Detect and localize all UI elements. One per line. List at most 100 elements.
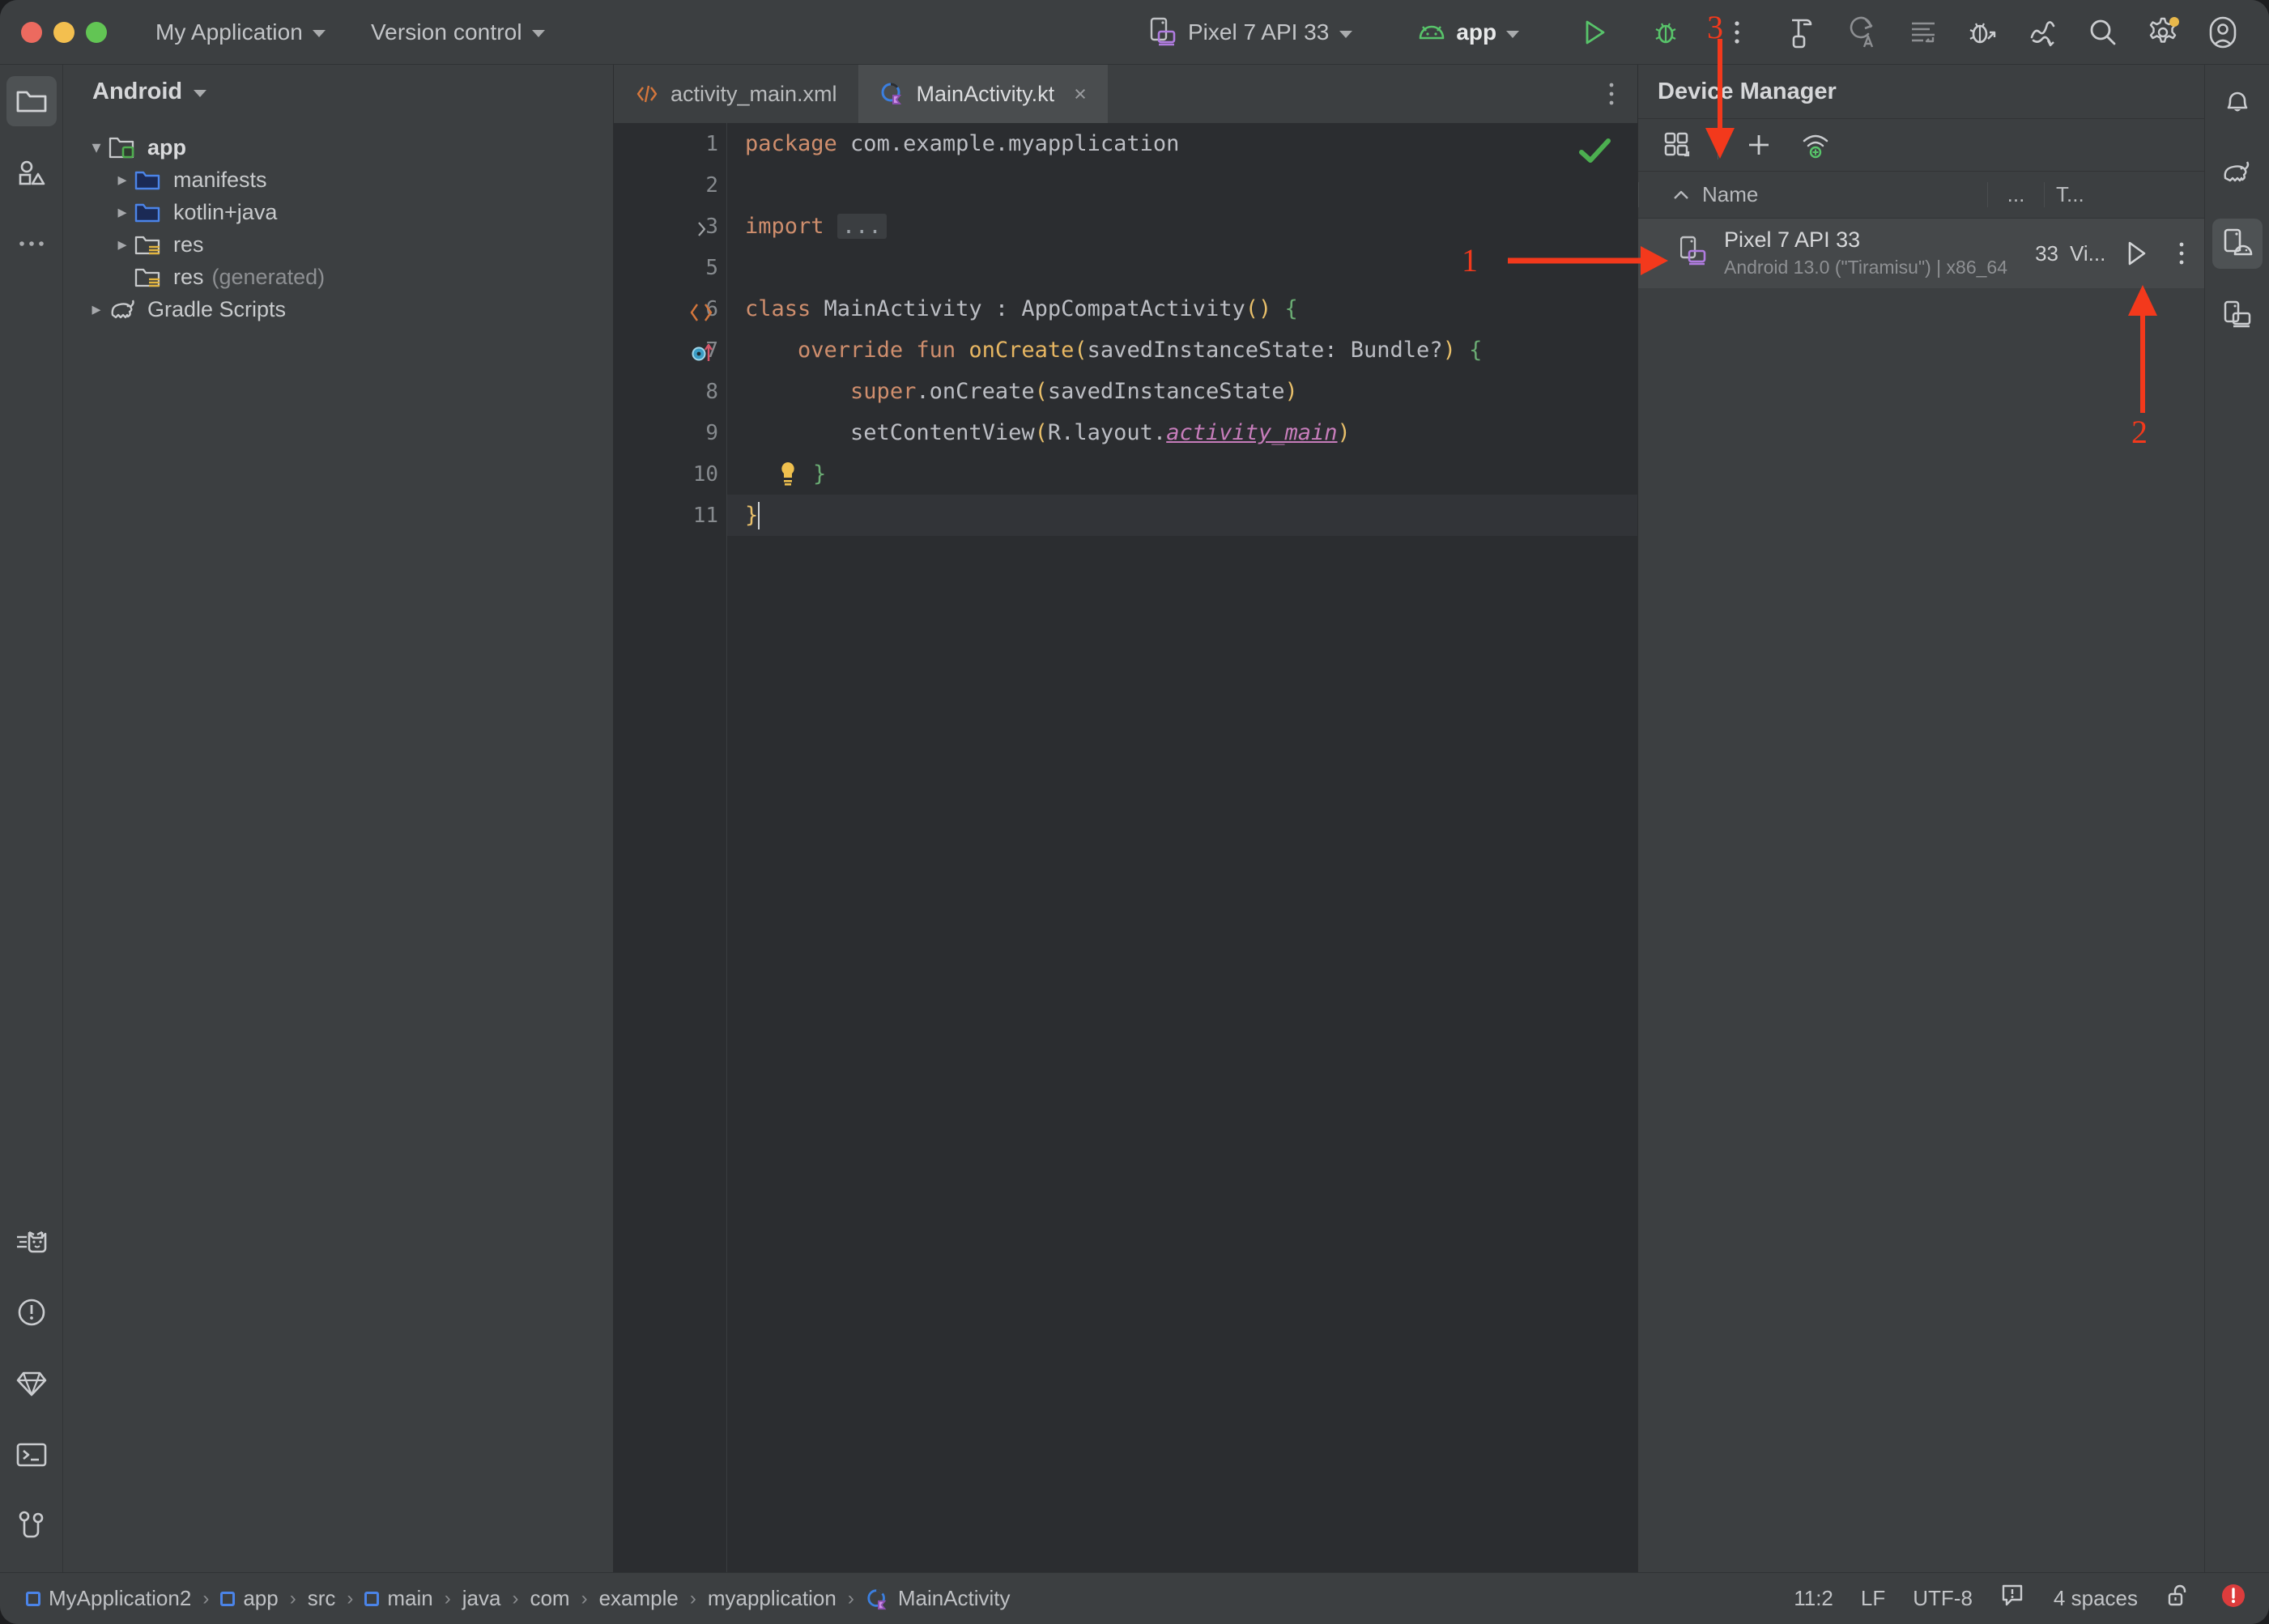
breadcrumb-item-app[interactable]: app (215, 1586, 283, 1611)
sidebar-item-version-control[interactable] (6, 1501, 57, 1551)
column-header-api[interactable]: ... (1987, 182, 2044, 207)
breadcrumb-item-myapplication[interactable]: myapplication (703, 1586, 841, 1611)
run-configuration-button[interactable]: app (1409, 15, 1527, 50)
code-line[interactable]: setContentView(R.layout. activity_main) (727, 412, 1637, 453)
tree-node-res-generated[interactable]: res (generated) (63, 261, 613, 293)
resource-link[interactable]: activity_main (1166, 420, 1337, 445)
build-button[interactable] (1777, 7, 1830, 57)
device-overflow-menu-button[interactable] (2159, 240, 2204, 267)
code-editor[interactable]: 1 2 3 5 6 7 8 9 10 11 package com.exampl… (614, 123, 1637, 1572)
search-everywhere-button[interactable] (2076, 7, 2130, 57)
sidebar-item-resource-manager[interactable] (6, 147, 57, 198)
code-content[interactable]: package com.example.myapplication import… (727, 123, 1637, 1572)
add-device-button[interactable] (1736, 131, 1782, 159)
sidebar-item-terminal[interactable] (6, 1430, 57, 1480)
folded-imports[interactable]: ... (837, 214, 887, 239)
device-table-header: Name ... T... (1638, 172, 2204, 219)
tab-activity-main-xml[interactable]: activity_main.xml (614, 65, 858, 123)
project-view-selector[interactable]: Android (63, 65, 613, 118)
tree-node-manifests[interactable]: ▸ manifests (63, 164, 613, 196)
more-run-options-button[interactable] (1710, 7, 1764, 57)
settings-button[interactable] (2136, 7, 2190, 57)
sidebar-item-gradle[interactable] (2212, 147, 2263, 198)
attach-debugger-button[interactable] (1956, 7, 2010, 57)
breadcrumb-label: com (530, 1586, 570, 1610)
chevron-right-icon[interactable]: ▸ (110, 234, 134, 255)
line-separator[interactable]: LF (1861, 1586, 1885, 1611)
file-encoding[interactable]: UTF-8 (1913, 1586, 1973, 1611)
sidebar-item-device-manager[interactable] (2212, 219, 2263, 269)
chevron-down-icon[interactable]: ▾ (84, 137, 109, 158)
breadcrumb-item-myapplication2[interactable]: MyApplication2 (21, 1586, 196, 1611)
breadcrumb-label: main (387, 1586, 433, 1610)
column-header-name[interactable]: Name (1638, 182, 1987, 207)
error-badge[interactable] (2219, 1581, 2248, 1616)
column-header-type[interactable]: T... (2044, 182, 2107, 207)
debug-button[interactable] (1639, 7, 1692, 57)
fold-chevron-icon[interactable] (693, 219, 711, 240)
code-line[interactable]: class MainActivity : AppCompatActivity()… (727, 288, 1637, 329)
sort-ascending-icon (1674, 190, 1688, 199)
bell-icon (2227, 91, 2247, 112)
file-write-lock-button[interactable] (2165, 1583, 2191, 1614)
caret-position[interactable]: 11:2 (1794, 1586, 1833, 1611)
breadcrumb-item-mainactivity[interactable]: MainActivity (861, 1586, 1015, 1611)
chevron-right-icon[interactable]: ▸ (110, 202, 134, 223)
device-selector-button[interactable]: Pixel 7 API 33 (1142, 12, 1360, 53)
code-line[interactable] (727, 247, 1637, 288)
tree-node-kotlin-java[interactable]: ▸ kotlin+java (63, 196, 613, 228)
device-row-pixel-7-api-33[interactable]: Pixel 7 API 33 Android 13.0 ("Tiramisu")… (1638, 219, 2204, 288)
breadcrumb-item-example[interactable]: example (594, 1586, 683, 1611)
editor-gutter[interactable]: 1 2 3 5 6 7 8 9 10 11 (614, 123, 727, 1572)
sidebar-item-problems[interactable] (6, 1287, 57, 1337)
code-line-current[interactable]: } (727, 495, 1637, 536)
account-button[interactable] (2196, 7, 2250, 57)
tree-node-gradle-scripts[interactable]: ▸ Gradle Scripts (63, 293, 613, 325)
breadcrumb-item-src[interactable]: src (303, 1586, 341, 1611)
sidebar-item-notifications[interactable] (2212, 76, 2263, 126)
version-control-menu-button[interactable]: Version control (363, 13, 553, 52)
tree-node-app[interactable]: ▾ app (63, 131, 613, 164)
indent-setting[interactable]: 4 spaces (2054, 1586, 2138, 1611)
code-line[interactable]: super .onCreate(savedInstanceState) (727, 371, 1637, 412)
close-icon[interactable]: × (1074, 82, 1087, 107)
sidebar-item-more-tool-windows[interactable] (6, 219, 57, 269)
device-grid-button[interactable] (1654, 131, 1700, 159)
breadcrumb-item-com[interactable]: com (525, 1586, 574, 1611)
override-method-icon[interactable] (690, 340, 716, 366)
zoom-window-button[interactable] (86, 21, 107, 43)
device-manager-toolbar (1638, 118, 2204, 172)
editor-options-button[interactable] (1607, 65, 1616, 123)
run-button[interactable] (1568, 7, 1621, 57)
pair-wifi-device-button[interactable] (1793, 131, 1838, 159)
tree-node-res[interactable]: ▸ res (63, 228, 613, 261)
device-phone-icon (1150, 17, 1176, 46)
profiler-button[interactable] (2016, 7, 2070, 57)
code-line[interactable]: override fun onCreate(savedInstanceState… (727, 329, 1637, 371)
code-line[interactable]: package com.example.myapplication (727, 123, 1637, 164)
device-phone-icon (1679, 236, 1724, 272)
project-menu-button[interactable]: My Application (147, 13, 334, 52)
inspection-balloon-button[interactable] (2000, 1583, 2026, 1614)
breadcrumb-item-java[interactable]: java (458, 1586, 506, 1611)
code-line[interactable]: } (727, 453, 1637, 495)
breadcrumb-item-main[interactable]: main (360, 1586, 437, 1611)
chevron-right-icon[interactable]: ▸ (110, 169, 134, 190)
code-line[interactable] (727, 164, 1637, 206)
device-launch-button[interactable] (2114, 240, 2159, 267)
sidebar-item-project[interactable] (6, 76, 57, 126)
apply-changes-button[interactable] (1837, 7, 1890, 57)
sidebar-item-build[interactable] (6, 1358, 57, 1409)
sidebar-item-running-devices[interactable] (2212, 290, 2263, 340)
code-line[interactable]: import ... (727, 206, 1637, 247)
breadcrumb-label: MainActivity (897, 1586, 1011, 1610)
sidebar-item-logcat[interactable] (6, 1216, 57, 1266)
minimize-window-button[interactable] (53, 21, 74, 43)
inspection-ok-checkmark-icon[interactable] (1577, 136, 1613, 167)
tab-mainactivity-kt[interactable]: MainActivity.kt × (858, 65, 1108, 123)
code-format-button[interactable] (1897, 7, 1950, 57)
chevron-right-icon[interactable]: ▸ (84, 299, 109, 320)
xml-marker-icon[interactable] (688, 300, 714, 325)
lightbulb-icon[interactable] (777, 461, 798, 488)
close-window-button[interactable] (21, 21, 42, 43)
